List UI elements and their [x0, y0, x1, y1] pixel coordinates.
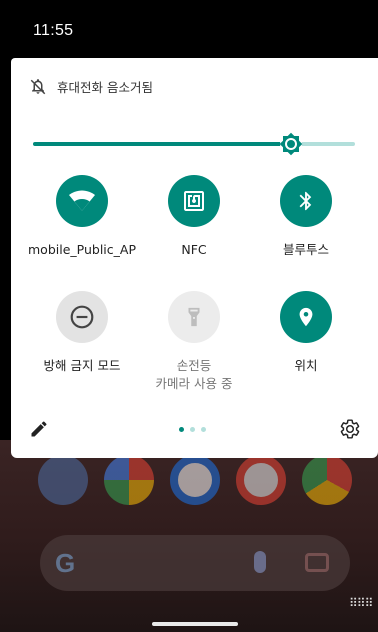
nfc-icon — [184, 191, 204, 211]
wifi-icon — [69, 190, 95, 211]
tile-location[interactable]: 위치 — [251, 291, 361, 375]
google-search-bar — [40, 535, 350, 591]
mic-icon — [254, 551, 266, 573]
tile-bluetooth[interactable]: 블루투스 — [251, 175, 361, 259]
status-bar: 11:55 — [0, 0, 378, 58]
page-dot-2 — [190, 427, 195, 432]
quick-settings-panel: 휴대전화 음소거됨 mobile_Public_AP NFC 블루투스 방해 금… — [11, 58, 378, 458]
mute-status-row: 휴대전화 음소거됨 — [29, 77, 153, 96]
bluetooth-toggle[interactable] — [280, 175, 332, 227]
flashlight-toggle[interactable] — [168, 291, 220, 343]
do-not-disturb-icon — [70, 305, 94, 329]
tile-flashlight-sublabel: 카메라 사용 중 — [155, 376, 233, 391]
do-not-disturb-toggle[interactable] — [56, 291, 108, 343]
tile-location-label: 위치 — [294, 358, 318, 373]
page-dot-3 — [201, 427, 206, 432]
flashlight-icon — [188, 307, 200, 327]
tile-wifi[interactable]: mobile_Public_AP — [27, 175, 137, 259]
tile-wifi-label: mobile_Public_AP — [28, 242, 136, 257]
tile-nfc-label: NFC — [181, 242, 207, 257]
contacts-app-icon — [38, 455, 88, 505]
gesture-nav-handle[interactable] — [152, 622, 238, 626]
status-time: 11:55 — [33, 22, 74, 39]
chrome-app-icon — [302, 455, 352, 505]
google-logo-icon: G — [55, 548, 76, 578]
tile-do-not-disturb[interactable]: 방해 금지 모드 — [27, 291, 137, 375]
tile-flashlight[interactable]: 손전등 카메라 사용 중 — [139, 291, 249, 393]
lens-camera-icon — [305, 553, 329, 572]
tile-dnd-label: 방해 금지 모드 — [43, 358, 121, 373]
calendar-app-icon — [170, 455, 220, 505]
brightness-slider[interactable] — [33, 132, 355, 156]
notifications-off-icon — [30, 78, 46, 94]
keyboard-icon[interactable]: ⠿⠿⠿ — [349, 596, 373, 610]
tile-nfc[interactable]: NFC — [139, 175, 249, 259]
location-toggle[interactable] — [280, 291, 332, 343]
bluetooth-icon — [299, 191, 312, 211]
gear-icon[interactable] — [339, 418, 361, 440]
brightness-icon[interactable] — [279, 132, 303, 156]
tile-bluetooth-label: 블루투스 — [282, 242, 329, 257]
brightness-track-filled — [33, 142, 291, 146]
wifi-toggle[interactable] — [56, 175, 108, 227]
mute-status-text: 휴대전화 음소거됨 — [57, 80, 153, 95]
tile-flashlight-label: 손전등 — [176, 358, 212, 373]
page-dot-1 — [179, 427, 184, 432]
nfc-toggle[interactable] — [168, 175, 220, 227]
edit-pencil-icon[interactable] — [29, 419, 49, 439]
gmail-app-icon — [236, 455, 286, 505]
page-indicator — [179, 427, 206, 432]
photos-app-icon — [104, 455, 154, 505]
location-icon — [299, 307, 313, 327]
